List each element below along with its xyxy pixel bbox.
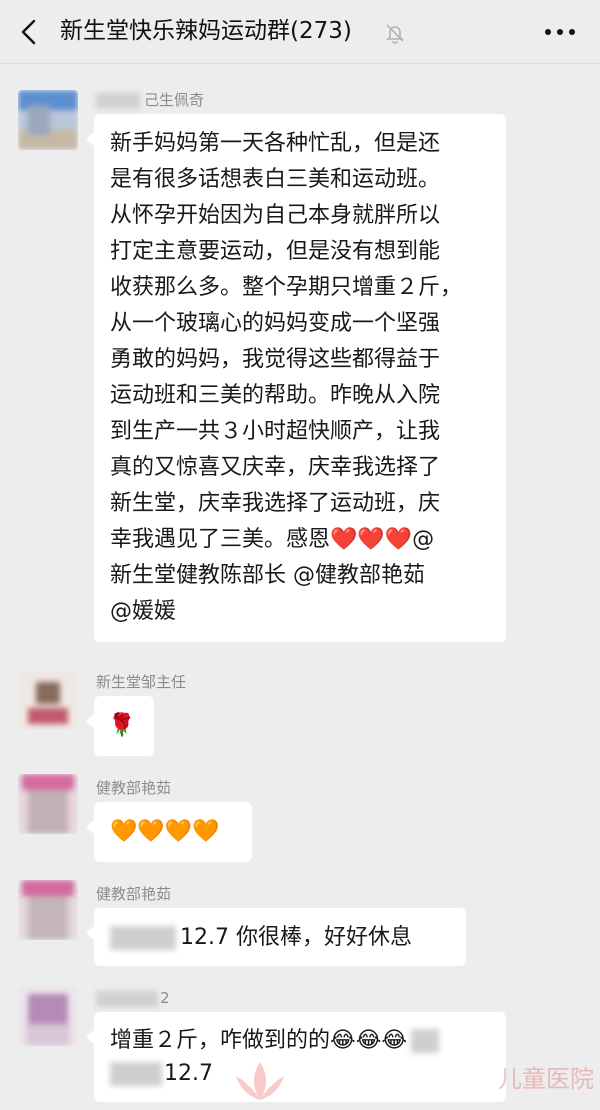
message-line: 从怀孕开始因为自己本身就胖所以 (110, 203, 441, 228)
pixelated-name (96, 990, 158, 1007)
chat-message: 健教部艳茹 12.7 你很棒，好好休息 (0, 878, 600, 970)
chat-message: 己生佩奇 新手妈妈第一天各种忙乱，但是还 是有很多话想表白三美和运动班。 从怀孕… (0, 86, 600, 656)
message-bubble[interactable]: 增重２斤，咋做到的的😂😂😂 12.7 (86, 1012, 506, 1102)
chevron-left-icon[interactable] (14, 16, 46, 48)
message-line: 运动班和三美的帮助。昨晚从入院 (110, 383, 441, 408)
message-line: 增重２斤，咋做到的的😂😂😂 (110, 1024, 490, 1057)
pixelated-mention (110, 1062, 162, 1086)
message-line: 真的又惊喜又庆幸，庆幸我选择了 (110, 455, 441, 480)
sender-name: 新生堂邹主任 (96, 673, 187, 691)
message-bubble[interactable]: 12.7 你很棒，好好休息 (86, 908, 466, 966)
message-line: 是有很多话想表白三美和运动班。 (110, 167, 441, 192)
avatar[interactable] (18, 774, 78, 834)
avatar[interactable] (18, 986, 78, 1046)
message-line: @媛媛 (110, 599, 177, 624)
pixelated-name (96, 92, 140, 109)
message-line: 幸我遇见了三美。感恩❤️❤️❤️@ (110, 527, 435, 552)
message-line: 新生堂健教陈部长 @健教部艳茹 (110, 563, 425, 588)
bell-slash-icon (386, 24, 404, 44)
watermark-text: 儿童医院 (498, 1065, 594, 1093)
pixelated-mention (110, 926, 176, 950)
sender-name: 己生佩奇 (96, 90, 204, 110)
chat-message: 健教部艳茹 🧡🧡🧡🧡 (0, 772, 600, 864)
chat-header: 新生堂快乐辣妈运动群(273) (0, 0, 600, 64)
more-dots-icon[interactable] (538, 18, 582, 46)
message-line: 勇敢的妈妈，我觉得这些都得益于 (110, 347, 441, 372)
rose-emoji: 🌹 (108, 713, 136, 738)
message-bubble[interactable]: 🌹 (86, 696, 154, 756)
avatar[interactable] (18, 90, 78, 150)
sender-name: 健教部艳茹 (96, 885, 172, 903)
message-line: 12.7 (110, 1057, 490, 1090)
message-line: 新手妈妈第一天各种忙乱，但是还 (110, 131, 441, 156)
message-line: 从一个玻璃心的妈妈变成一个坚强 (110, 311, 441, 336)
message-line: 打定主意要运动，但是没有想到能 (110, 239, 441, 264)
sender-name: 健教部艳茹 (96, 779, 172, 797)
chat-title: 新生堂快乐辣妈运动群(273) (60, 18, 352, 44)
message-text: 12.7 你很棒，好好休息 (180, 925, 412, 950)
pixelated-mention (411, 1029, 440, 1053)
message-line: 到生产一共３小时超快顺产，让我 (110, 419, 441, 444)
avatar[interactable] (18, 670, 78, 730)
hearts-emoji: 🧡🧡🧡🧡 (110, 819, 220, 844)
message-bubble[interactable]: 新手妈妈第一天各种忙乱，但是还 是有很多话想表白三美和运动班。 从怀孕开始因为自… (86, 114, 506, 642)
sender-name: 2 (96, 988, 170, 1008)
message-line: 收获那么多。整个孕期只增重２斤， (110, 275, 463, 300)
chat-message: 新生堂邹主任 🌹 (0, 668, 600, 758)
message-bubble[interactable]: 🧡🧡🧡🧡 (86, 802, 252, 862)
message-line: 新生堂，庆幸我选择了运动班，庆 (110, 491, 441, 516)
avatar[interactable] (18, 880, 78, 940)
lotus-logo (236, 1062, 284, 1100)
